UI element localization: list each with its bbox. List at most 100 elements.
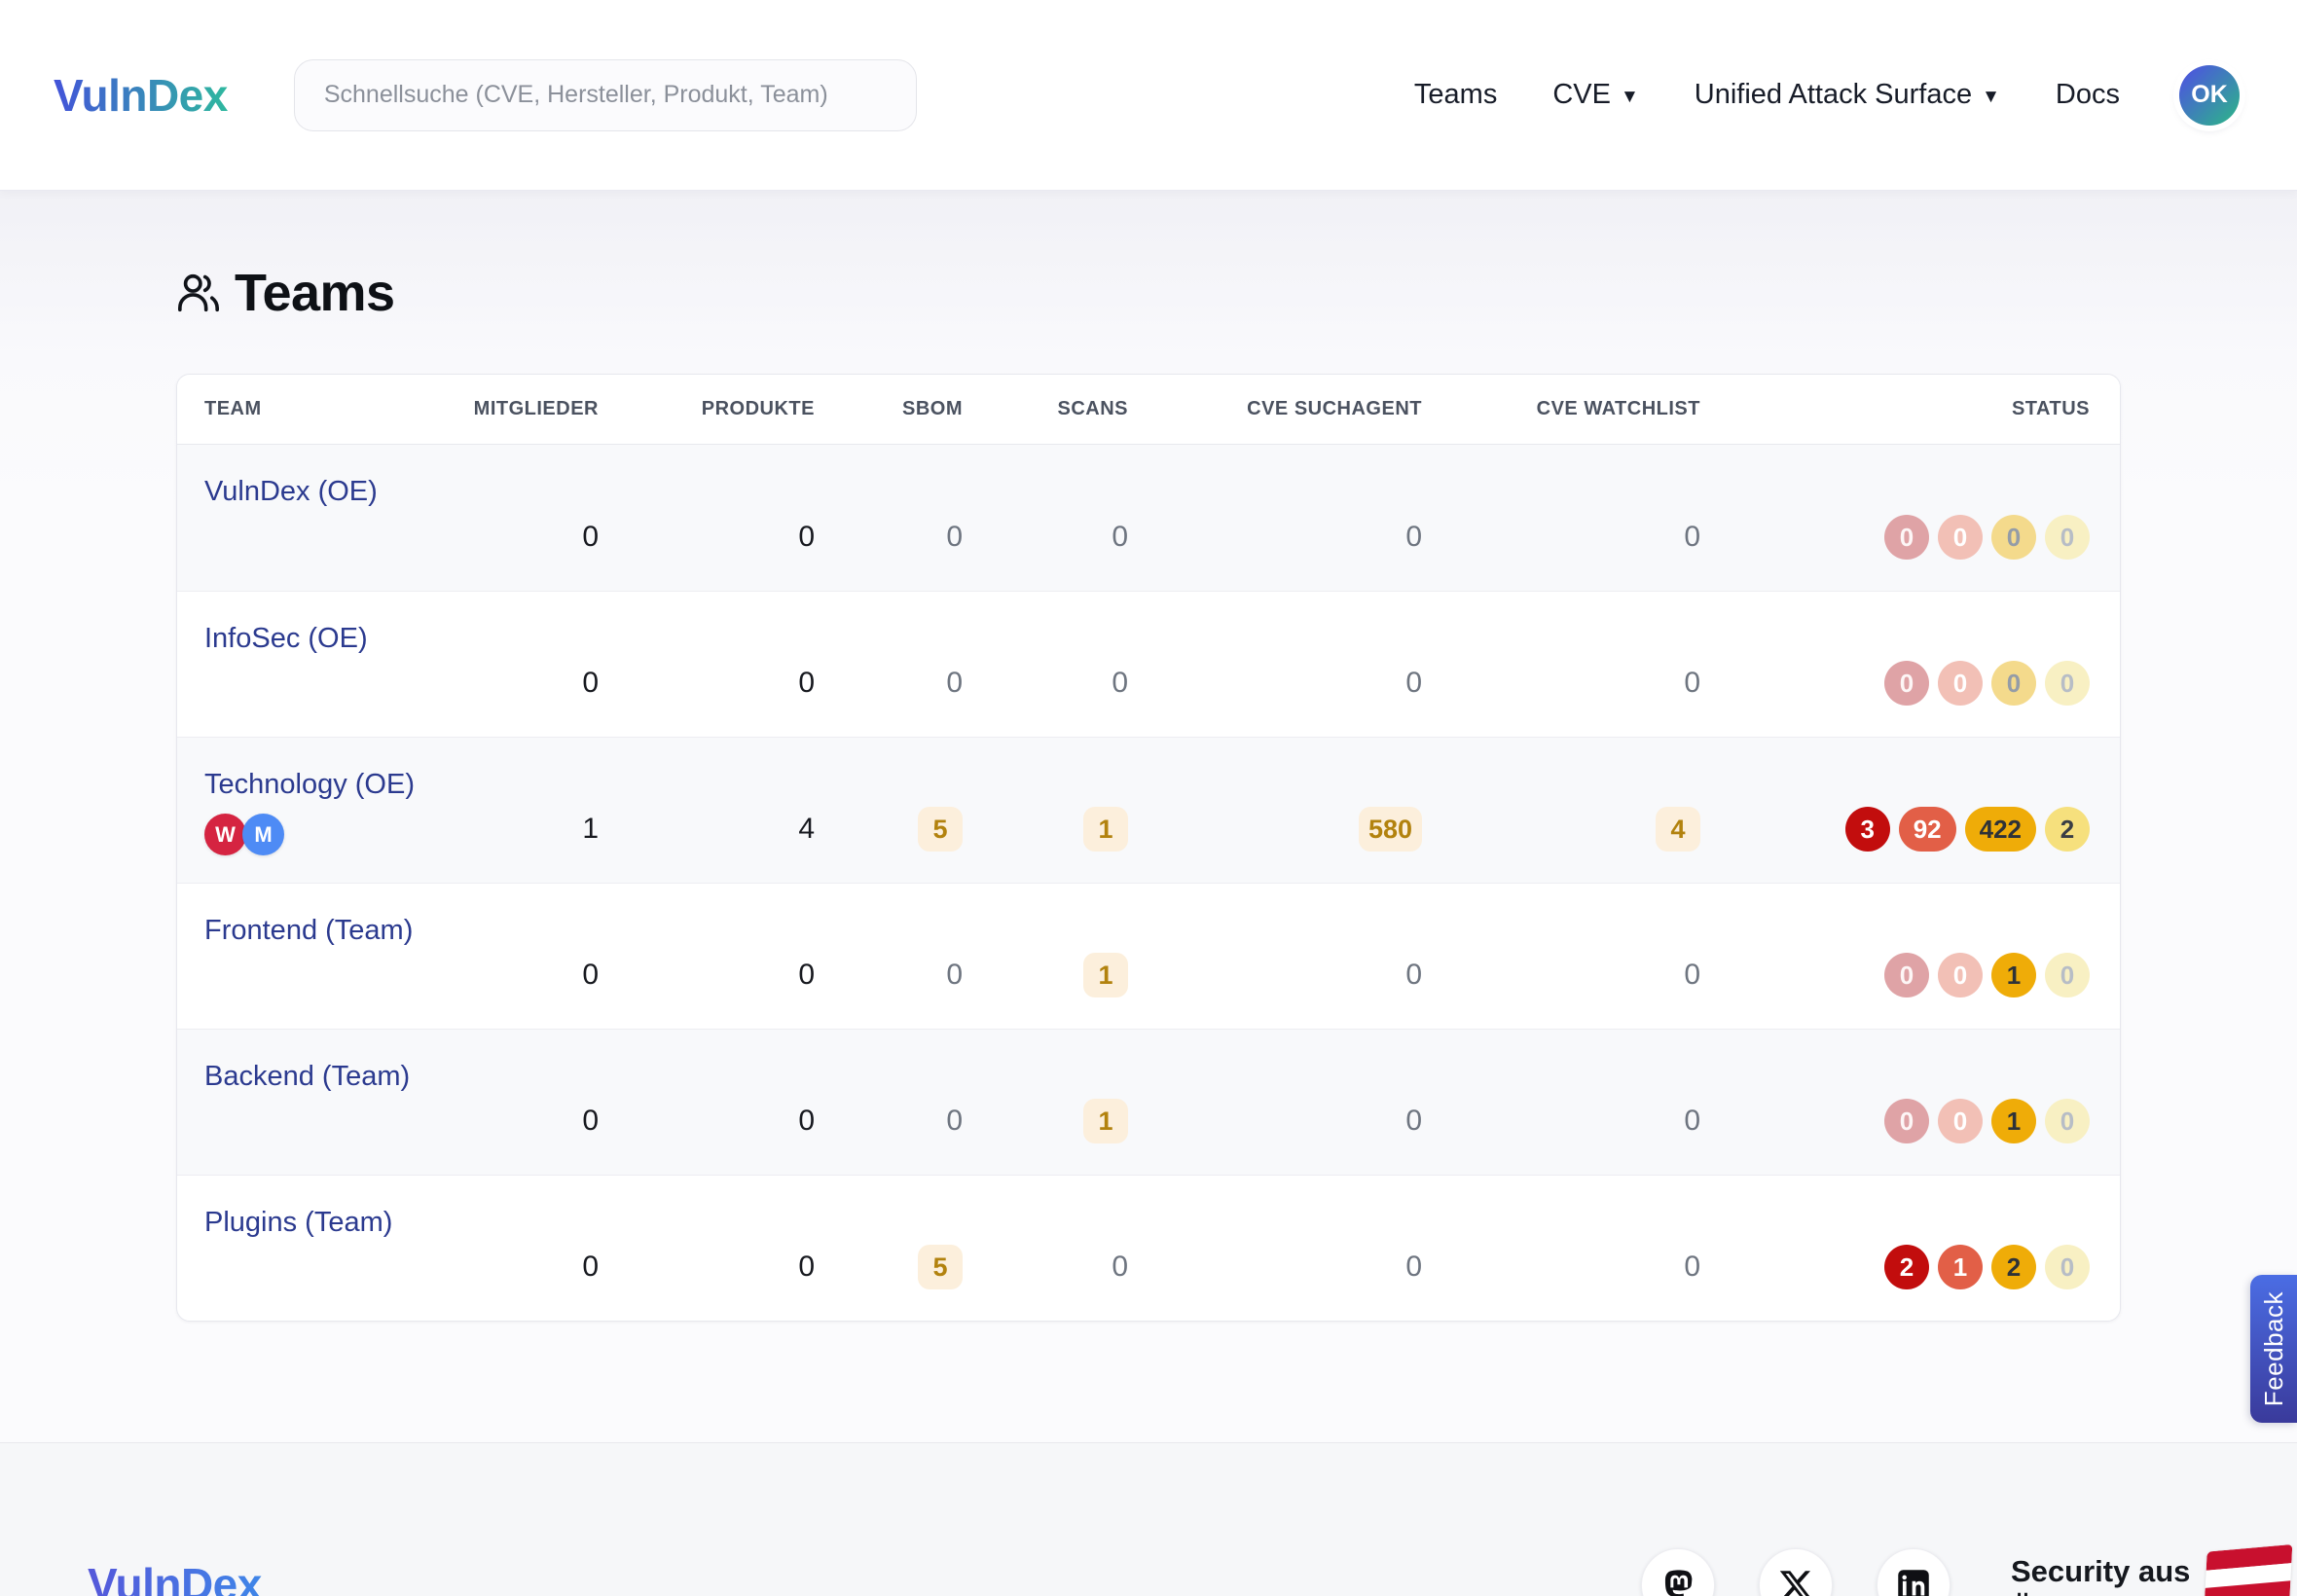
team-link[interactable]: Plugins (Team) xyxy=(204,1207,392,1239)
team-link[interactable]: Backend (Team) xyxy=(204,1061,410,1093)
footer: VulnDex Security aus Österreich xyxy=(0,1442,2297,1596)
nav-unified-attack-surface[interactable]: Unified Attack Surface▼ xyxy=(1695,79,2000,111)
scans-value: 0 xyxy=(1112,515,1128,560)
suchagent-value: 0 xyxy=(1405,1245,1422,1289)
sbom-value: 0 xyxy=(946,953,963,998)
nav-docs[interactable]: Docs xyxy=(2056,79,2120,111)
austria-flag-icon xyxy=(2205,1544,2293,1596)
table-row: InfoSec (OE)0000000000 xyxy=(177,591,2120,737)
feedback-button[interactable]: Feedback xyxy=(2250,1275,2297,1423)
status-high-pill: 92 xyxy=(1899,807,1956,852)
produkte-cell: 0 xyxy=(599,592,815,737)
x-button[interactable] xyxy=(1759,1548,1833,1596)
suchagent-cell: 0 xyxy=(1128,884,1422,1029)
status-medium-pill: 1 xyxy=(1991,1099,2036,1143)
column-header-cve-watchlist: CVE Watchlist xyxy=(1422,398,1700,420)
scans-cell: 1 xyxy=(963,884,1128,1029)
team-cell: InfoSec (OE) xyxy=(204,592,447,737)
scans-cell: 0 xyxy=(963,445,1128,591)
x-icon xyxy=(1778,1568,1813,1596)
team-link[interactable]: Technology (OE) xyxy=(204,769,415,801)
watchlist-cell: 4 xyxy=(1422,738,1700,883)
column-header-sbom: SBOM xyxy=(815,398,963,420)
produkte-value: 0 xyxy=(798,661,815,706)
status-cell: 0010 xyxy=(1700,1030,2090,1175)
scans-cell: 0 xyxy=(963,592,1128,737)
scans-cell: 1 xyxy=(963,1030,1128,1175)
scans-cell: 0 xyxy=(963,1176,1128,1321)
status-medium-pill: 0 xyxy=(1991,661,2036,706)
mitglieder-cell: 1 xyxy=(447,738,599,883)
status-cell: 3924222 xyxy=(1700,738,2090,883)
table-row: Technology (OE)WM145158043924222 xyxy=(177,737,2120,883)
sbom-cell: 5 xyxy=(815,738,963,883)
chevron-down-icon: ▼ xyxy=(1982,87,2000,108)
team-cell: Backend (Team) xyxy=(204,1030,447,1175)
mitglieder-value: 0 xyxy=(582,661,599,706)
sbom-cell: 0 xyxy=(815,592,963,737)
produkte-cell: 0 xyxy=(599,1176,815,1321)
column-header-status: Status xyxy=(1700,398,2090,420)
team-link[interactable]: VulnDex (OE) xyxy=(204,476,378,508)
produkte-value: 0 xyxy=(798,515,815,560)
main-nav: Teams CVE▼ Unified Attack Surface▼ Docs … xyxy=(1414,65,2240,126)
users-icon xyxy=(176,271,221,315)
produkte-value: 0 xyxy=(798,1099,815,1143)
mitglieder-value: 0 xyxy=(582,1245,599,1289)
column-header-team: Team xyxy=(204,398,447,420)
produkte-cell: 4 xyxy=(599,738,815,883)
status-medium-pill: 0 xyxy=(1991,515,2036,560)
suchagent-cell: 580 xyxy=(1128,738,1422,883)
watchlist-value: 0 xyxy=(1684,1099,1700,1143)
scans-value: 1 xyxy=(1083,1099,1128,1143)
suchagent-value: 0 xyxy=(1405,1099,1422,1143)
status-medium-pill: 2 xyxy=(1991,1245,2036,1289)
status-high-pill: 0 xyxy=(1938,661,1983,706)
status-cell: 0010 xyxy=(1700,884,2090,1029)
sbom-value: 0 xyxy=(946,661,963,706)
sbom-cell: 0 xyxy=(815,445,963,591)
status-low-pill: 0 xyxy=(2045,661,2090,706)
suchagent-value: 0 xyxy=(1405,953,1422,998)
sbom-cell: 5 xyxy=(815,1176,963,1321)
status-high-pill: 0 xyxy=(1938,515,1983,560)
status-high-pill: 1 xyxy=(1938,1245,1983,1289)
scans-value: 0 xyxy=(1112,1245,1128,1289)
team-cell: Plugins (Team) xyxy=(204,1176,447,1321)
status-critical-pill: 0 xyxy=(1884,1099,1929,1143)
sbom-value: 0 xyxy=(946,1099,963,1143)
teams-table: Team Mitglieder Produkte SBOM Scans CVE … xyxy=(176,374,2121,1322)
mitglieder-cell: 0 xyxy=(447,1030,599,1175)
user-avatar[interactable]: OK xyxy=(2179,65,2240,126)
table-row: Plugins (Team)0050002120 xyxy=(177,1175,2120,1321)
nav-cve[interactable]: CVE▼ xyxy=(1552,79,1638,111)
watchlist-value: 0 xyxy=(1684,515,1700,560)
mastodon-icon xyxy=(1660,1568,1695,1596)
status-low-pill: 0 xyxy=(2045,953,2090,998)
suchagent-value: 0 xyxy=(1405,661,1422,706)
page-heading: Teams xyxy=(176,263,395,323)
suchagent-cell: 0 xyxy=(1128,1030,1422,1175)
table-header-row: Team Mitglieder Produkte SBOM Scans CVE … xyxy=(177,375,2120,445)
produkte-cell: 0 xyxy=(599,445,815,591)
mitglieder-cell: 0 xyxy=(447,592,599,737)
nav-teams[interactable]: Teams xyxy=(1414,79,1497,111)
watchlist-cell: 0 xyxy=(1422,1176,1700,1321)
mastodon-button[interactable] xyxy=(1641,1548,1715,1596)
linkedin-button[interactable] xyxy=(1877,1548,1951,1596)
footer-vulndex-logo[interactable]: VulnDex xyxy=(88,1558,262,1596)
column-header-mitglieder: Mitglieder xyxy=(447,398,599,420)
vulndex-logo[interactable]: VulnDex xyxy=(54,69,228,122)
suchagent-cell: 0 xyxy=(1128,592,1422,737)
search-input[interactable] xyxy=(294,59,917,131)
team-link[interactable]: InfoSec (OE) xyxy=(204,623,368,655)
team-link[interactable]: Frontend (Team) xyxy=(204,915,413,947)
produkte-value: 0 xyxy=(798,1245,815,1289)
top-navigation-bar: VulnDex Teams CVE▼ Unified Attack Surfac… xyxy=(0,0,2297,191)
status-critical-pill: 0 xyxy=(1884,515,1929,560)
suchagent-value: 0 xyxy=(1405,515,1422,560)
team-tag-w-badge: W xyxy=(204,814,246,855)
column-header-cve-suchagent: CVE Suchagent xyxy=(1128,398,1422,420)
status-low-pill: 2 xyxy=(2045,807,2090,852)
sbom-value: 5 xyxy=(918,1245,963,1289)
